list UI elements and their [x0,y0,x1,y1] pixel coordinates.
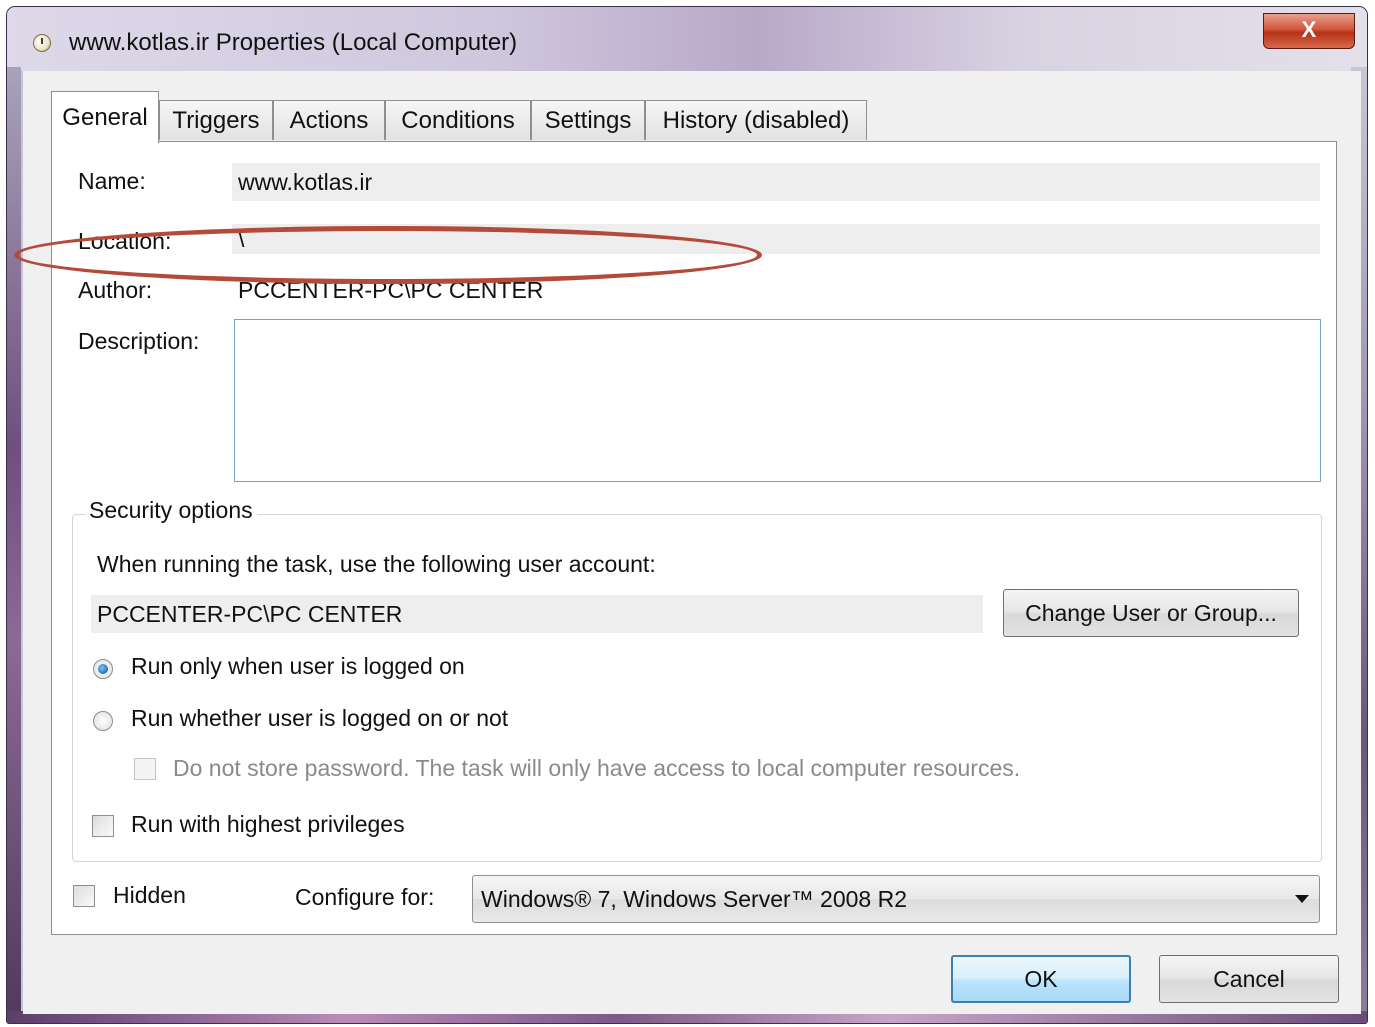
author-value: PCCENTER-PC\PC CENTER [238,277,544,303]
highest-privileges-checkbox[interactable] [92,815,114,837]
hidden-checkbox[interactable] [73,885,95,907]
configure-for-value: Windows® 7, Windows Server™ 2008 R2 [481,886,907,912]
no-store-password-label: Do not store password. The task will onl… [173,755,1021,781]
run-whether-radio[interactable] [93,711,113,731]
name-field[interactable]: www.kotlas.ir [232,163,1320,201]
configure-for-select[interactable]: Windows® 7, Windows Server™ 2008 R2 [472,875,1320,923]
description-label: Description: [78,328,200,354]
cancel-button[interactable]: Cancel [1159,955,1339,1003]
run-whether-label[interactable]: Run whether user is logged on or not [131,705,508,732]
task-clock-icon [33,34,51,52]
change-user-button[interactable]: Change User or Group... [1003,589,1299,637]
security-options-group: Security options When running the task, … [72,497,1322,862]
tab-general[interactable]: General [51,91,159,143]
configure-for-label: Configure for: [295,884,435,910]
general-tab-panel: Name: www.kotlas.ir Location: \ Author: … [14,141,1337,935]
location-field[interactable]: \ [232,224,1320,254]
tab-history[interactable]: History (disabled) [645,100,867,140]
location-label: Location: [78,228,172,254]
dialog-client-area: General Triggers Actions Conditions Sett… [14,71,1361,1014]
run-logged-on-label[interactable]: Run only when user is logged on [131,653,465,680]
run-logged-on-radio[interactable] [93,659,113,679]
account-prompt: When running the task, use the following… [97,551,656,577]
tab-actions[interactable]: Actions [273,100,385,140]
ok-button[interactable]: OK [951,955,1131,1003]
tab-triggers[interactable]: Triggers [159,100,273,140]
properties-window: www.kotlas.ir Properties (Local Computer… [6,6,1368,1024]
author-label: Author: [78,277,153,303]
no-store-password-checkbox[interactable] [134,758,156,780]
user-account-field: PCCENTER-PC\PC CENTER [91,595,983,633]
tab-conditions[interactable]: Conditions [385,100,531,140]
hidden-label[interactable]: Hidden [113,882,186,909]
dropdown-arrow-icon [1295,895,1309,903]
highest-privileges-label[interactable]: Run with highest privileges [131,811,405,838]
window-title: www.kotlas.ir Properties (Local Computer… [69,29,518,56]
window-frame-left [7,67,21,1023]
description-textarea[interactable] [234,319,1321,482]
close-button[interactable]: X [1263,13,1355,49]
name-label: Name: [78,168,146,194]
tab-settings[interactable]: Settings [531,100,645,140]
security-options-legend: Security options [85,497,257,524]
